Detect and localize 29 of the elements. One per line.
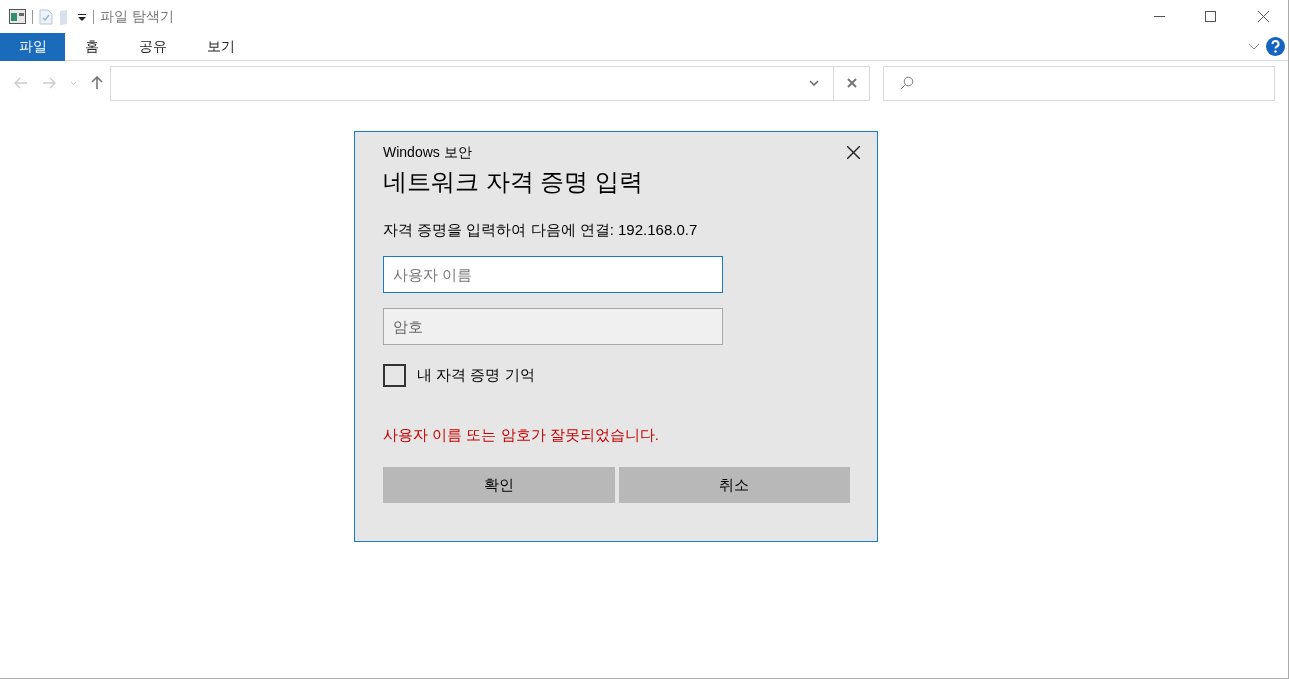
close-icon[interactable] bbox=[846, 78, 857, 88]
dialog-message: 자격 증명을 입력하여 다음에 연결: 192.168.0.7 bbox=[383, 220, 699, 240]
close-icon bbox=[846, 146, 860, 159]
error-message: 사용자 이름 또는 암호가 잘못되었습니다. bbox=[383, 424, 660, 445]
input-field[interactable]: 암호 bbox=[383, 307, 723, 345]
dialog-button[interactable]: 확인 bbox=[383, 467, 615, 503]
checkbox[interactable] bbox=[383, 363, 406, 387]
dialog-button[interactable]: 취소 bbox=[618, 467, 850, 503]
checkmark-document-icon[interactable] bbox=[39, 8, 53, 25]
search-field[interactable] bbox=[883, 65, 1275, 101]
up-arrow-icon[interactable] bbox=[91, 76, 103, 90]
close-icon bbox=[1257, 11, 1269, 22]
app-window-icon bbox=[9, 9, 26, 24]
ribbon-tab[interactable]: 파일 bbox=[0, 32, 65, 61]
dropdown-caret-icon[interactable] bbox=[77, 11, 87, 22]
checkbox-label[interactable]: 내 자격 증명 기억 bbox=[417, 363, 535, 387]
ribbon-tab[interactable]: 공유 bbox=[119, 32, 187, 61]
search-icon bbox=[900, 76, 914, 90]
window-title: 파일 탐색기 bbox=[100, 7, 174, 26]
dialog-heading: 네트워크 자격 증명 입력 bbox=[383, 167, 644, 197]
dialog-app-name: Windows 보안 bbox=[383, 143, 472, 162]
input-field[interactable]: 사용자 이름 bbox=[383, 255, 723, 293]
chevron-down-icon[interactable] bbox=[809, 80, 819, 86]
chevron-down-icon[interactable] bbox=[1248, 42, 1260, 51]
help-icon[interactable] bbox=[1266, 37, 1285, 56]
ribbon-tab[interactable]: 홈 bbox=[65, 32, 119, 61]
maximize-icon bbox=[1204, 11, 1216, 22]
ribbon-tab[interactable]: 보기 bbox=[187, 32, 255, 61]
minimize-icon bbox=[1153, 16, 1165, 17]
